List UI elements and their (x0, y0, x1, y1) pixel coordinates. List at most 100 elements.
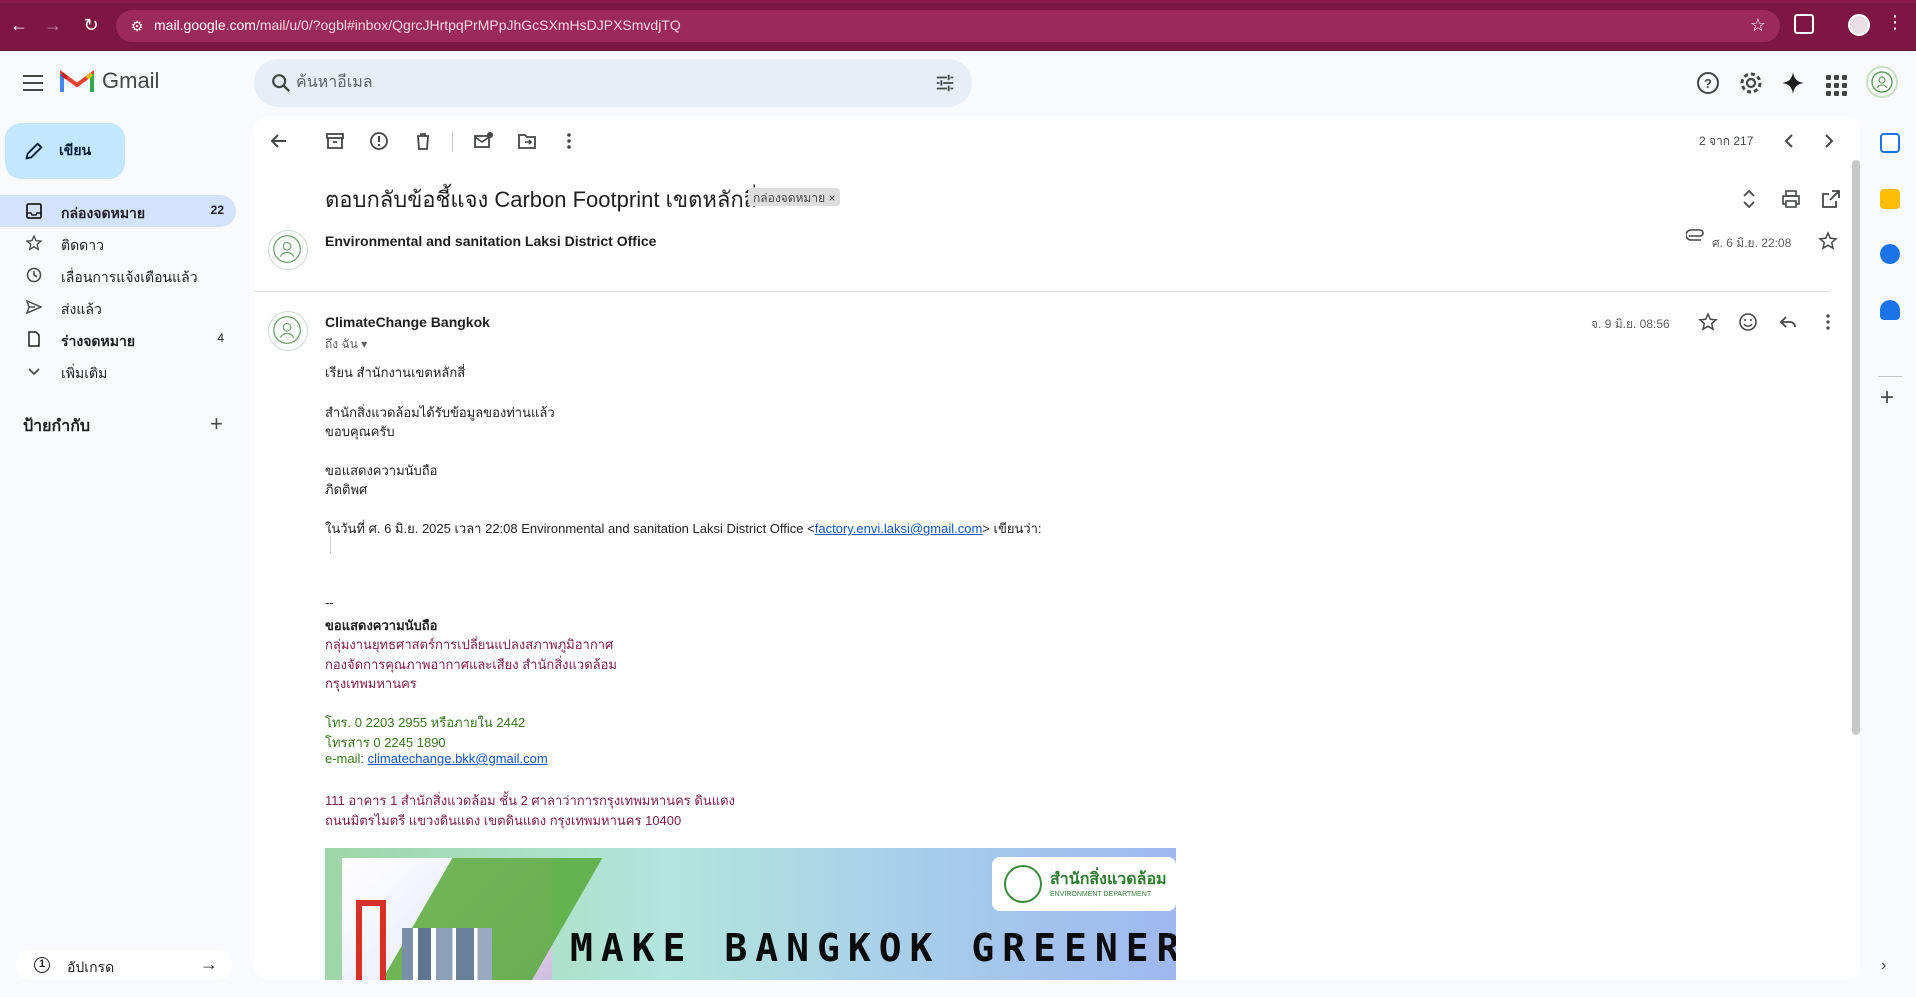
newer-chevron-left-icon[interactable] (1778, 130, 1800, 152)
gmail-wordmark: Gmail (102, 68, 160, 93)
site-info-icon[interactable]: ⚙ (128, 17, 146, 35)
message-date: จ. 9 มิ.ย. 08:56 (1591, 317, 1670, 331)
signature-address: 111 อาคาร 1 สำนักสิ่งแวดล้อม ชั้น 2 ศาลา… (325, 793, 735, 808)
expand-all-icon[interactable] (1738, 188, 1760, 210)
rail-divider (1878, 376, 1902, 377)
search-options-icon[interactable] (934, 72, 956, 94)
chevron-down-icon (28, 368, 40, 376)
quote-toggle[interactable] (330, 536, 331, 554)
upgrade-icon: 1 (34, 957, 50, 973)
star-icon[interactable] (1698, 312, 1718, 332)
gemini-sparkle-icon[interactable] (1780, 70, 1806, 96)
address-bar[interactable]: ⚙ mail.google.com/mail/u/0/?ogbl#inbox/Q… (116, 10, 1780, 42)
signature-banner: สำนักสิ่งแวดล้อม ENVIRONMENT DEPARTMENT … (325, 848, 1176, 980)
star-icon[interactable] (1818, 231, 1838, 251)
archive-icon[interactable] (324, 130, 346, 152)
label-chip-text: กล่องจดหมาย (753, 191, 826, 205)
thread-subject: ตอบกลับข้อชี้แจง Carbon Footprint เขตหลั… (325, 187, 758, 212)
calendar-icon[interactable] (1880, 133, 1900, 153)
report-spam-icon[interactable] (368, 130, 390, 152)
help-icon[interactable]: ? (1695, 70, 1721, 96)
remove-label-icon[interactable]: × (828, 191, 835, 205)
signature-email-link[interactable]: climatechange.bkk@gmail.com (368, 751, 548, 766)
account-avatar[interactable] (1866, 66, 1898, 98)
sender-avatar[interactable] (268, 311, 308, 351)
settings-gear-icon[interactable] (1738, 70, 1764, 96)
signature-address: ถนนมิตรไมตรี แขวงดินแดง เขตดินแดง กรุงเท… (325, 813, 682, 828)
forward-icon[interactable]: → (42, 14, 64, 36)
quoted-email-link[interactable]: factory.envi.laksi@gmail.com (815, 521, 983, 536)
search-icon[interactable] (270, 72, 292, 94)
giant-swing-graphic (356, 900, 386, 980)
add-label-icon[interactable]: + (210, 413, 223, 435)
draft-count: 4 (217, 331, 224, 345)
sidebar-item-more[interactable]: เพิ่มเติม (0, 355, 236, 387)
sidebar-item-drafts[interactable]: ร่างจดหมาย 4 (0, 323, 236, 355)
browser-toolbar: ← → ↻ ⚙ mail.google.com/mail/u/0/?ogbl#i… (0, 0, 1916, 51)
tasks-icon[interactable] (1880, 244, 1900, 264)
move-to-icon[interactable] (516, 130, 538, 152)
caret-down-icon[interactable]: ▾ (361, 337, 367, 351)
sidebar-item-label: กล่องจดหมาย (61, 205, 146, 221)
pencil-icon (25, 142, 43, 160)
message-view: 2 จาก 217 ตอบกลับข้อชี้แจง Carbon Footpr… (254, 116, 1860, 980)
emoji-react-icon[interactable] (1738, 312, 1758, 332)
gmail-logo[interactable]: Gmail (60, 68, 159, 94)
collapsed-sender-name[interactable]: Environmental and sanitation Laksi Distr… (325, 233, 656, 249)
sidebar-item-inbox[interactable]: กล่องจดหมาย 22 (0, 195, 236, 227)
sidebar-item-snoozed[interactable]: เลื่อนการแจ้งเตือนแล้ว (0, 259, 236, 291)
upgrade-button[interactable]: 1 อัปเกรด → (16, 950, 232, 980)
older-chevron-right-icon[interactable] (1818, 130, 1840, 152)
unread-count: 22 (210, 203, 224, 217)
draft-icon (28, 331, 40, 347)
search-bar[interactable] (254, 59, 972, 107)
arrow-right-icon: → (200, 954, 218, 974)
main-menu-icon[interactable] (20, 70, 46, 96)
hide-side-panel-icon[interactable]: › (1881, 957, 1886, 975)
labels-heading: ป้ายกำกับ (23, 418, 91, 435)
upgrade-label: อัปเกรด (67, 959, 115, 975)
reload-icon[interactable]: ↻ (80, 14, 102, 36)
search-input[interactable] (296, 59, 896, 107)
scrollbar-thumb[interactable] (1852, 160, 1860, 735)
back-icon[interactable]: ← (8, 14, 30, 36)
compose-button[interactable]: เขียน (5, 123, 125, 179)
attachment-icon (1686, 229, 1704, 241)
sidebar-item-label: ติดดาว (61, 237, 104, 253)
sidebar-item-sent[interactable]: ส่งแล้ว (0, 291, 236, 323)
logo-english-text: ENVIRONMENT DEPARTMENT (1050, 891, 1152, 898)
profile-avatar[interactable] (1848, 14, 1870, 36)
sender-avatar[interactable] (268, 230, 308, 270)
print-icon[interactable] (1780, 188, 1802, 210)
bma-seal-icon (273, 316, 301, 344)
inbox-icon (26, 203, 42, 219)
extensions-icon[interactable] (1794, 14, 1814, 34)
sidebar-item-starred[interactable]: ติดดาว (0, 227, 236, 259)
signature-fax: โทรสาร 0 2245 1890 (325, 735, 446, 750)
label-chip[interactable]: กล่องจดหมาย × (748, 188, 841, 206)
svg-text:?: ? (1704, 76, 1712, 91)
body-sender-name: ภิดติพศ (325, 482, 368, 497)
more-actions-icon[interactable] (558, 130, 580, 152)
recipient-details[interactable]: ถึง ฉัน ▾ (325, 335, 367, 354)
reply-icon[interactable] (1778, 312, 1798, 332)
send-icon (26, 299, 42, 315)
browser-menu-icon[interactable]: ⋮ (1886, 12, 1904, 33)
sender-name[interactable]: ClimateChange Bangkok (325, 314, 490, 330)
mark-unread-icon[interactable] (472, 130, 494, 152)
bma-seal-icon (273, 235, 301, 263)
signature-tel: โทร. 0 2203 2955 หรือภายใน 2442 (325, 715, 526, 730)
google-apps-icon[interactable] (1823, 72, 1849, 98)
open-new-window-icon[interactable] (1820, 188, 1842, 210)
contacts-icon[interactable] (1880, 300, 1900, 320)
message-more-icon[interactable] (1818, 312, 1838, 332)
url-text[interactable]: mail.google.com/mail/u/0/?ogbl#inbox/Qgr… (154, 17, 681, 33)
get-addons-icon[interactable]: + (1880, 386, 1894, 410)
signature-regards: ขอแสดงความนับถือ (325, 618, 438, 633)
keep-icon[interactable] (1880, 189, 1900, 209)
star-icon (26, 235, 42, 251)
bma-seal-icon (1004, 865, 1042, 903)
delete-icon[interactable] (412, 130, 434, 152)
back-to-inbox-icon[interactable] (268, 130, 290, 152)
bookmark-star-icon[interactable]: ☆ (1750, 15, 1766, 36)
